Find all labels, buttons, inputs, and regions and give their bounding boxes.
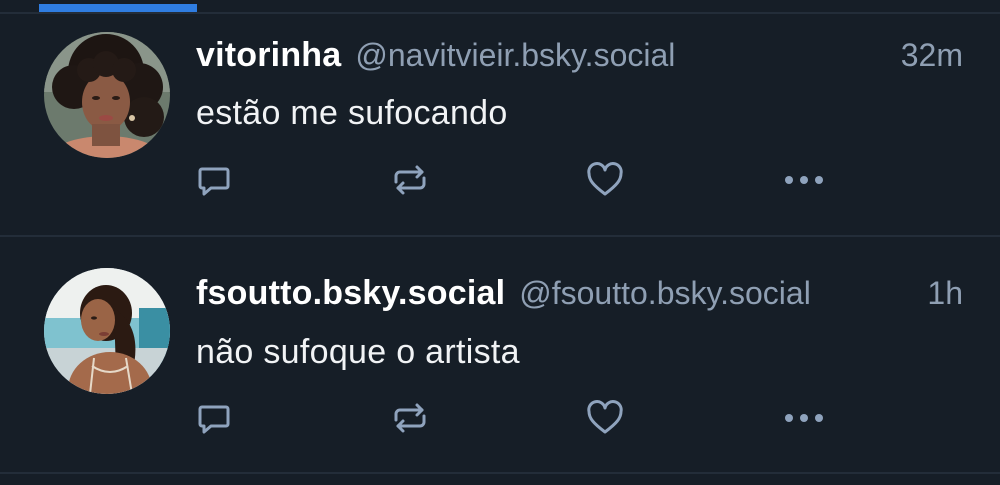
- reply-icon: [198, 167, 230, 196]
- avatar[interactable]: [44, 268, 170, 394]
- more-options-button[interactable]: [782, 158, 826, 202]
- repost-icon: [394, 403, 426, 433]
- handle[interactable]: @fsoutto.bsky.social: [519, 275, 915, 312]
- timestamp[interactable]: 32m: [901, 37, 963, 74]
- like-button[interactable]: [583, 158, 627, 202]
- divider: [0, 472, 1000, 474]
- more-icon: [785, 176, 823, 184]
- repost-button[interactable]: [388, 396, 432, 440]
- post-text: estão me sufocando: [196, 94, 508, 132]
- reply-icon: [198, 405, 230, 434]
- repost-button[interactable]: [388, 158, 432, 202]
- reply-button[interactable]: [192, 396, 236, 440]
- heart-icon: [587, 400, 623, 434]
- post-item[interactable]: vitorinha @navitvieir.bsky.social 32m es…: [0, 14, 1000, 236]
- post-item[interactable]: fsoutto.bsky.social @fsoutto.bsky.social…: [0, 237, 1000, 459]
- handle[interactable]: @navitvieir.bsky.social: [355, 37, 888, 74]
- active-tab-indicator: [39, 4, 197, 12]
- more-options-button[interactable]: [782, 396, 826, 440]
- post-header: fsoutto.bsky.social @fsoutto.bsky.social…: [196, 274, 963, 318]
- like-button[interactable]: [583, 396, 627, 440]
- heart-icon: [587, 162, 623, 196]
- reply-button[interactable]: [192, 158, 236, 202]
- timestamp[interactable]: 1h: [927, 275, 963, 312]
- post-text: não sufoque o artista: [196, 333, 520, 371]
- post-header: vitorinha @navitvieir.bsky.social 32m: [196, 36, 963, 80]
- display-name[interactable]: vitorinha: [196, 36, 341, 75]
- display-name[interactable]: fsoutto.bsky.social: [196, 274, 505, 313]
- repost-icon: [394, 165, 426, 195]
- avatar[interactable]: [44, 32, 170, 158]
- more-icon: [785, 414, 823, 422]
